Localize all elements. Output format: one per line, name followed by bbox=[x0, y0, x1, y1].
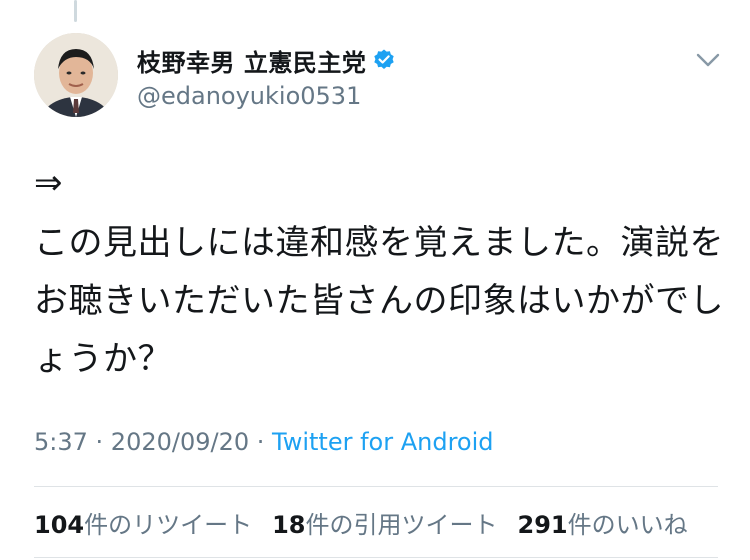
retweets-label: 件のリツイート bbox=[84, 511, 253, 539]
tweet-source-link[interactable]: Twitter for Android bbox=[272, 428, 493, 456]
retweets-count: 104 bbox=[34, 511, 85, 539]
likes-stat[interactable]: 291件のいいね bbox=[518, 505, 688, 540]
divider bbox=[34, 486, 718, 487]
divider bbox=[34, 557, 718, 558]
meta-separator: · bbox=[87, 428, 111, 456]
chevron-down-icon[interactable] bbox=[694, 48, 722, 72]
tweet-stats: 104件のリツイート 18件の引用ツイート 291件のいいね bbox=[34, 505, 708, 540]
tweet-meta: 5:37 · 2020/09/20 · Twitter for Android bbox=[34, 428, 494, 456]
tweet-detail-view: 枝野幸男 立憲民主党 @edanoyukio0531 ⇒ この見出しには違和感を… bbox=[0, 0, 750, 560]
quotes-label: 件の引用ツイート bbox=[305, 511, 498, 539]
verified-badge-icon bbox=[372, 48, 396, 72]
quotes-stat[interactable]: 18件の引用ツイート bbox=[272, 505, 497, 540]
thread-connector-line bbox=[74, 0, 77, 22]
author-display-name[interactable]: 枝野幸男 立憲民主党 bbox=[137, 43, 366, 78]
tweet-author-header: 枝野幸男 立憲民主党 @edanoyukio0531 bbox=[137, 42, 657, 110]
meta-separator: · bbox=[249, 428, 273, 456]
likes-label: 件のいいね bbox=[567, 511, 688, 539]
tweet-body: ⇒ この見出しには違和感を覚えました。演説をお聴きいただいた皆さんの印象はいかが… bbox=[34, 160, 724, 388]
likes-count: 291 bbox=[517, 511, 568, 539]
tweet-prefix-arrow: ⇒ bbox=[34, 163, 63, 203]
tweet-time[interactable]: 5:37 bbox=[34, 428, 88, 456]
quotes-count: 18 bbox=[272, 511, 306, 539]
tweet-text: この見出しには違和感を覚えました。演説をお聴きいただいた皆さんの印象はいかがでし… bbox=[34, 223, 724, 379]
avatar[interactable] bbox=[34, 33, 118, 117]
retweets-stat[interactable]: 104件のリツイート bbox=[34, 505, 252, 540]
author-handle[interactable]: @edanoyukio0531 bbox=[137, 82, 657, 110]
author-name-row: 枝野幸男 立憲民主党 bbox=[137, 42, 657, 78]
tweet-date[interactable]: 2020/09/20 bbox=[111, 428, 249, 456]
